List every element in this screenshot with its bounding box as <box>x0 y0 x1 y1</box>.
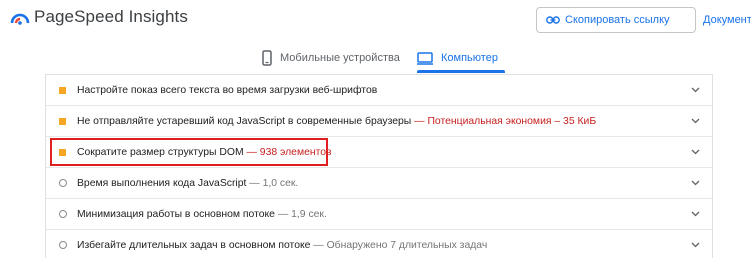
warning-square-icon <box>59 117 66 125</box>
audit-row-legacy-js[interactable]: Не отправляйте устаревший код JavaScript… <box>46 106 712 137</box>
audit-title: Время выполнения кода JavaScript — 1,0 с… <box>77 177 299 189</box>
app-header: PageSpeed Insights Скопировать ссылку До… <box>0 0 751 42</box>
chevron-down-icon <box>691 87 700 93</box>
audit-title: Минимизация работы в основном потоке — 1… <box>77 208 327 220</box>
audit-title: Избегайте длительных задач в основном по… <box>77 239 488 251</box>
link-icon <box>546 16 560 24</box>
audit-title: Сократите размер структуры DOM — 938 эле… <box>77 146 332 158</box>
tab-mobile[interactable]: Мобильные устройства <box>262 42 400 74</box>
info-circle-icon <box>59 241 67 249</box>
warning-square-icon <box>59 148 66 156</box>
copy-link-button[interactable]: Скопировать ссылку <box>536 7 696 33</box>
chevron-down-icon <box>691 211 700 217</box>
device-tabs: Мобильные устройства Компьютер <box>0 42 751 74</box>
documentation-link[interactable]: Документация <box>703 14 751 26</box>
audit-title: Настройте показ всего текста во время за… <box>77 84 378 96</box>
audit-detail: — 938 элементов <box>243 146 332 158</box>
audit-detail: — 1,9 сек. <box>274 208 327 220</box>
audit-row-font-display[interactable]: Настройте показ всего текста во время за… <box>46 75 712 106</box>
audit-detail: — Обнаружено 7 длительных задач <box>310 239 488 251</box>
phone-icon <box>262 50 272 66</box>
audit-row-dom-size[interactable]: Сократите размер структуры DOM — 938 эле… <box>46 137 712 168</box>
audit-row-long-tasks[interactable]: Избегайте длительных задач в основном по… <box>46 230 712 258</box>
audit-title: Не отправляйте устаревший код JavaScript… <box>77 115 597 127</box>
tab-desktop-label: Компьютер <box>441 52 498 64</box>
active-tab-indicator <box>417 70 505 73</box>
audit-savings: — Потенциальная экономия – 35 КиБ <box>411 115 597 127</box>
chevron-down-icon <box>691 149 700 155</box>
copy-link-label: Скопировать ссылку <box>565 14 670 26</box>
audit-detail: — 1,0 сек. <box>246 177 299 189</box>
chevron-down-icon <box>691 180 700 186</box>
info-circle-icon <box>59 210 67 218</box>
pagespeed-logo-icon <box>10 13 30 25</box>
brand-title: PageSpeed Insights <box>34 7 188 26</box>
audit-row-main-thread[interactable]: Минимизация работы в основном потоке — 1… <box>46 199 712 230</box>
chevron-down-icon <box>691 242 700 248</box>
warning-square-icon <box>59 86 66 94</box>
info-circle-icon <box>59 179 67 187</box>
chevron-down-icon <box>691 118 700 124</box>
audit-row-js-bootup[interactable]: Время выполнения кода JavaScript — 1,0 с… <box>46 168 712 199</box>
desktop-icon <box>417 51 433 65</box>
tab-mobile-label: Мобильные устройства <box>280 52 400 64</box>
audit-list: Настройте показ всего текста во время за… <box>45 74 713 258</box>
